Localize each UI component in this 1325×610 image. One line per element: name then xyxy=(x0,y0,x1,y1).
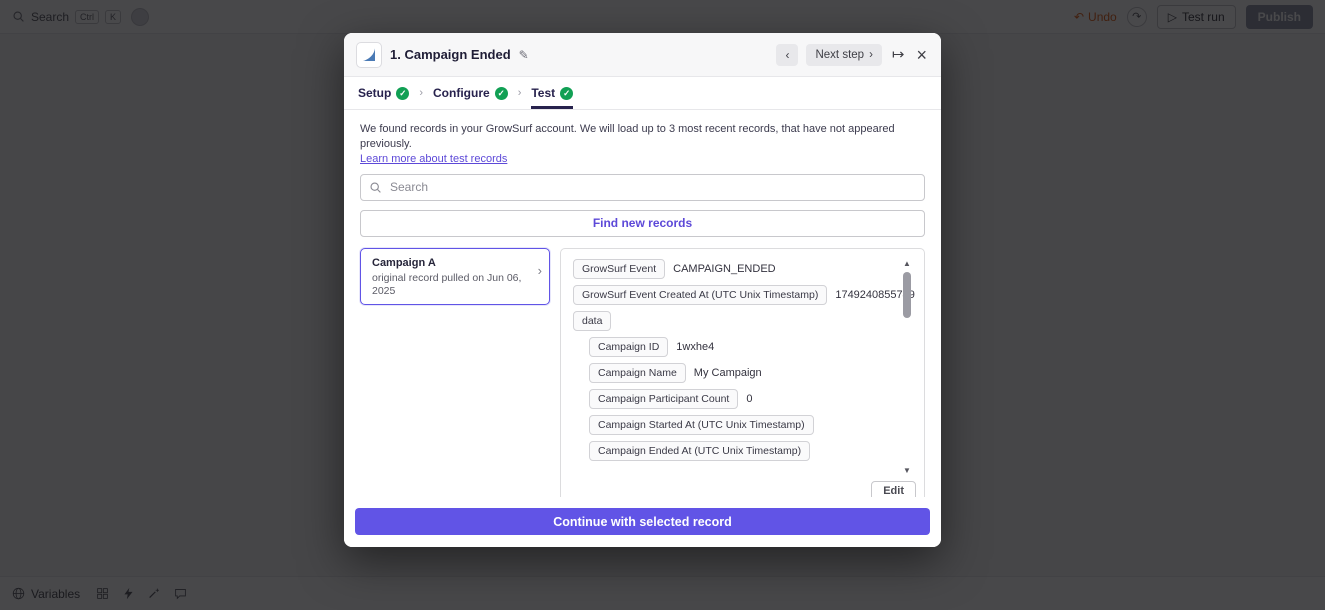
close-button[interactable]: × xyxy=(914,46,929,64)
dialog-header: 1. Campaign Ended ✎ ‹ Next step › ↦ × xyxy=(344,33,941,77)
record-card-campaign-a[interactable]: Campaign A original record pulled on Jun… xyxy=(360,247,550,305)
rename-step-icon[interactable]: ✎ xyxy=(519,48,529,62)
search-icon xyxy=(369,181,382,197)
record-card-subtitle: original record pulled on Jun 06, 2025 xyxy=(372,271,522,297)
step-test-dialog: 1. Campaign Ended ✎ ‹ Next step › ↦ × Se… xyxy=(344,33,941,547)
record-field-row: Campaign Participant Count 0 xyxy=(589,388,894,409)
previous-step-button[interactable]: ‹ xyxy=(776,43,799,66)
scrollbar-track[interactable] xyxy=(900,269,914,466)
scrollbar[interactable]: ▲ ▼ xyxy=(900,259,914,476)
field-pill: Campaign Ended At (UTC Unix Timestamp) xyxy=(589,440,811,461)
tab-test[interactable]: Test ✓ xyxy=(531,77,574,109)
learn-more-link[interactable]: Learn more about test records xyxy=(360,153,925,165)
records-info-text: We found records in your GrowSurf accoun… xyxy=(360,123,895,151)
close-icon: × xyxy=(916,44,927,65)
field-value: CAMPAIGN_ENDED xyxy=(673,262,776,275)
tab-configure-label: Configure xyxy=(433,86,490,100)
scroll-down-icon[interactable]: ▼ xyxy=(903,466,911,476)
record-field-row: Campaign Ended At (UTC Unix Timestamp) xyxy=(589,440,894,461)
field-value: 0 xyxy=(746,392,753,405)
record-field-row: Campaign ID 1wxhe4 xyxy=(589,336,894,357)
record-fields-viewport: GrowSurf Event CAMPAIGN_ENDED GrowSurf E… xyxy=(573,258,916,476)
record-card-title: Campaign A xyxy=(372,256,436,269)
record-field-row: GrowSurf Event Created At (UTC Unix Time… xyxy=(573,284,915,305)
scroll-up-icon[interactable]: ▲ xyxy=(903,259,911,269)
field-pill: GrowSurf Event xyxy=(573,258,666,279)
field-pill: GrowSurf Event Created At (UTC Unix Time… xyxy=(573,284,828,305)
field-pill: data xyxy=(573,310,612,331)
find-new-records-button[interactable]: Find new records xyxy=(360,209,925,237)
growsurf-app-icon xyxy=(356,41,382,68)
check-icon: ✓ xyxy=(396,86,410,100)
tab-configure[interactable]: Configure ✓ xyxy=(433,77,508,109)
next-step-label: Next step xyxy=(815,48,865,61)
chevron-right-icon: › xyxy=(869,48,873,61)
chevron-right-icon: › xyxy=(537,262,542,278)
chevron-right-icon: › xyxy=(419,87,424,99)
dialog-body: We found records in your GrowSurf accoun… xyxy=(344,110,941,497)
scrollbar-thumb[interactable] xyxy=(903,271,911,318)
step-title: 1. Campaign Ended xyxy=(390,47,511,62)
field-pill: Campaign Participant Count xyxy=(589,388,739,409)
field-value: My Campaign xyxy=(693,366,762,379)
continue-with-selected-record-button[interactable]: Continue with selected record xyxy=(355,508,930,535)
record-field-row: Campaign Name My Campaign xyxy=(589,362,894,383)
field-pill: Campaign ID xyxy=(589,336,669,357)
step-tabs: Setup ✓ › Configure ✓ › Test ✓ xyxy=(344,77,941,110)
record-search-input[interactable] xyxy=(360,173,925,201)
field-pill: Campaign Started At (UTC Unix Timestamp) xyxy=(589,414,814,435)
record-field-row: Campaign Started At (UTC Unix Timestamp) xyxy=(589,414,894,435)
field-pill: Campaign Name xyxy=(589,362,686,383)
record-field-row: data xyxy=(573,310,894,331)
next-step-button[interactable]: Next step › xyxy=(806,43,882,66)
tab-test-label: Test xyxy=(531,86,556,100)
tab-setup[interactable]: Setup ✓ xyxy=(358,77,410,109)
chevron-left-icon: ‹ xyxy=(785,47,790,62)
expand-icon: ↦ xyxy=(891,46,905,63)
check-icon: ✓ xyxy=(494,86,508,100)
edit-record-button[interactable]: Edit xyxy=(871,480,916,497)
check-icon: ✓ xyxy=(560,86,574,100)
record-field-row: GrowSurf Event CAMPAIGN_ENDED xyxy=(573,258,894,279)
dialog-footer: Continue with selected record xyxy=(344,497,941,547)
field-value: 1wxhe4 xyxy=(676,340,715,353)
chevron-right-icon: › xyxy=(517,87,522,99)
record-detail-panel: GrowSurf Event CAMPAIGN_ENDED GrowSurf E… xyxy=(560,247,925,497)
expand-panel-button[interactable]: ↦ xyxy=(890,47,907,62)
tab-setup-label: Setup xyxy=(358,86,392,100)
